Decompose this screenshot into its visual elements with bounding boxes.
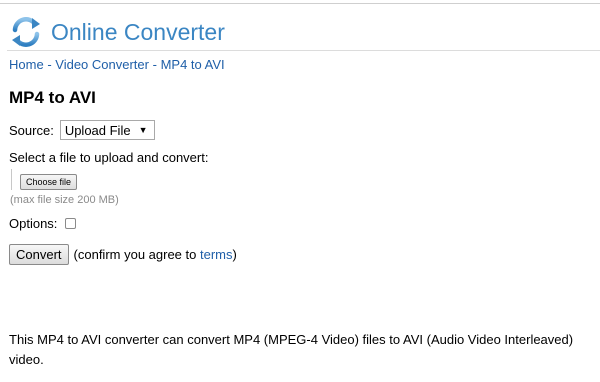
max-file-size-note: (max file size 200 MB)	[10, 194, 119, 206]
converter-description: This MP4 to AVI converter can convert MP…	[9, 332, 574, 367]
options-row: Options:	[9, 216, 77, 231]
site-title[interactable]: Online Converter	[51, 19, 225, 46]
breadcrumb: Home - Video Converter - MP4 to AVI	[9, 57, 225, 72]
choose-file-button[interactable]: Choose file	[20, 174, 78, 190]
breadcrumb-separator: -	[152, 57, 161, 72]
options-checkbox[interactable]	[65, 218, 77, 229]
breadcrumb-video-converter[interactable]: Video Converter	[55, 57, 149, 72]
source-row: Source: Upload File ▼	[9, 120, 155, 140]
source-label: Source:	[9, 122, 54, 138]
top-divider	[0, 3, 600, 4]
header-divider	[7, 50, 600, 51]
options-label: Options:	[9, 216, 58, 231]
confirm-suffix: )	[232, 247, 237, 262]
source-select[interactable]: Upload File ▼	[59, 120, 155, 140]
page-title: MP4 to AVI	[9, 88, 96, 107]
chevron-down-icon: ▼	[138, 125, 148, 135]
convert-button[interactable]: Convert	[9, 244, 69, 265]
file-input-bar	[11, 169, 12, 190]
select-file-prompt: Select a file to upload and convert:	[9, 150, 209, 165]
refresh-arrows-icon[interactable]	[9, 15, 43, 49]
breadcrumb-home[interactable]: Home	[9, 57, 44, 72]
confirm-text: (confirm you agree to	[73, 247, 197, 262]
terms-link[interactable]: terms	[200, 247, 233, 262]
page: Online Converter Home - Video Converter …	[0, 0, 600, 382]
site-header: Online Converter	[9, 14, 225, 50]
convert-row: Convert (confirm you agree to terms)	[9, 244, 237, 265]
breadcrumb-current[interactable]: MP4 to AVI	[161, 57, 225, 72]
source-select-value: Upload File	[64, 122, 131, 138]
